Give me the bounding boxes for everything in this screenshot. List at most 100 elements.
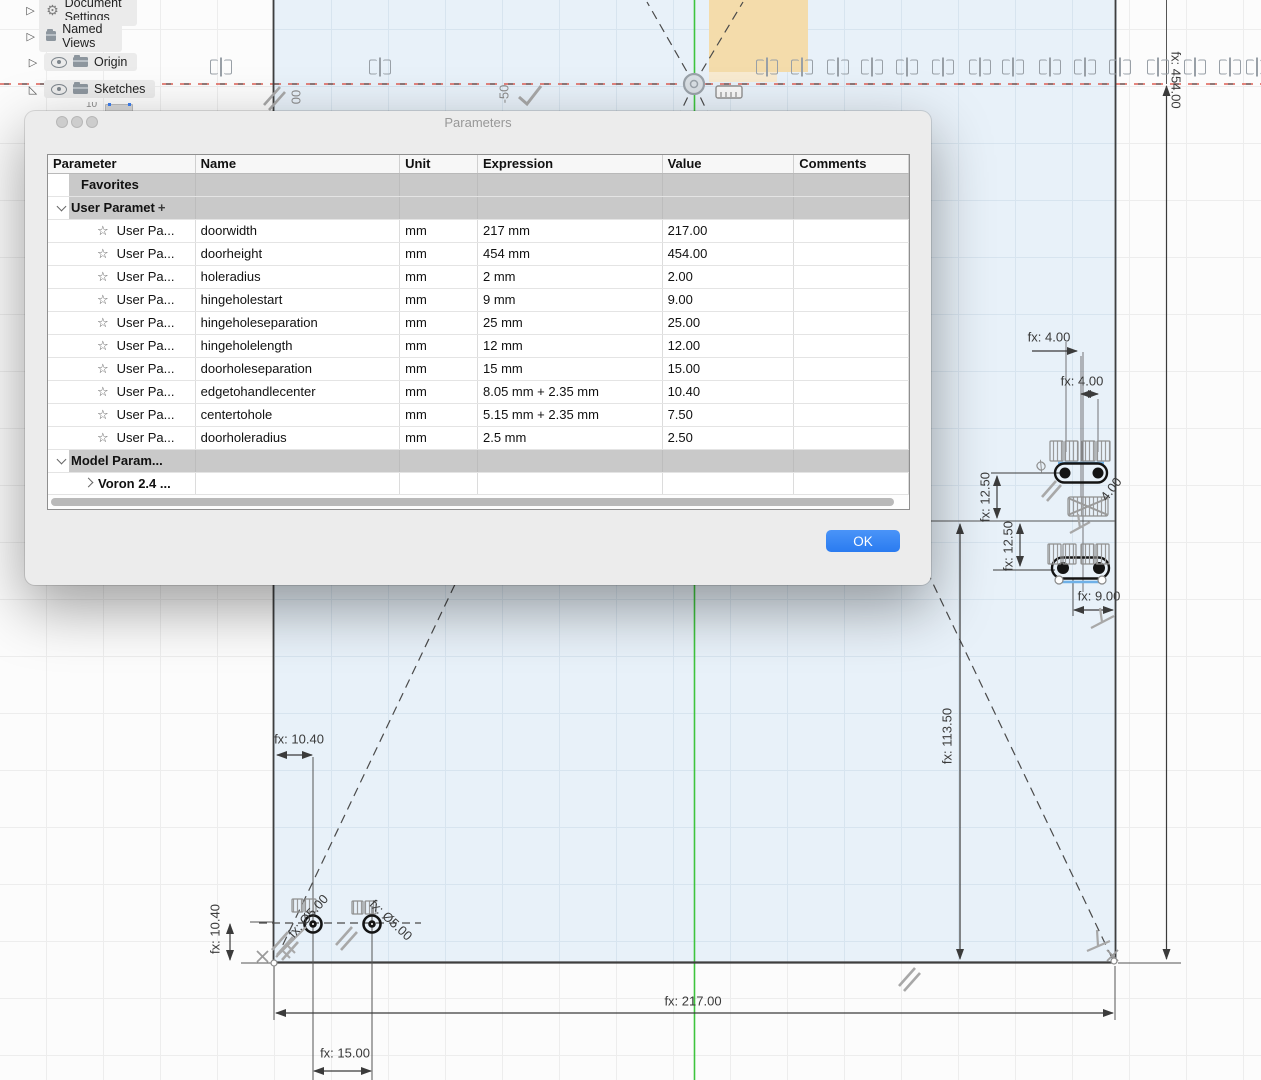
comments-cell[interactable] — [794, 220, 909, 242]
cell[interactable]: ☆ User Pa... — [48, 220, 196, 242]
name-cell[interactable]: centertohole — [196, 404, 401, 426]
unit-cell[interactable]: mm — [400, 289, 478, 311]
value-cell[interactable]: 15.00 — [663, 358, 795, 380]
mirror-constraint-icon[interactable] — [1002, 57, 1024, 77]
cell[interactable] — [794, 174, 909, 196]
expand-arrow-icon[interactable]: ▷ — [26, 30, 35, 43]
cell[interactable]: ☆ User Pa... — [48, 381, 196, 403]
cell[interactable] — [400, 473, 478, 495]
parameter-row[interactable]: ☆ User Pa... doorholeseparation mm 15 mm 15.0… — [48, 358, 909, 381]
dimension-label[interactable]: fx: 10.40 — [274, 732, 324, 747]
name-cell[interactable]: doorheight — [196, 243, 401, 265]
mirror-constraint-icon[interactable] — [896, 57, 918, 77]
favorite-star-icon[interactable]: ☆ — [97, 292, 109, 307]
mirror-constraint-icon[interactable] — [756, 57, 778, 77]
favorite-star-icon[interactable]: ☆ — [97, 361, 109, 376]
dimension-label[interactable]: fx: 9.00 — [1078, 589, 1121, 604]
dimension-label[interactable]: 00 — [289, 90, 304, 104]
favorite-star-icon[interactable]: ☆ — [97, 384, 109, 399]
mirror-constraint-icon[interactable] — [1039, 57, 1061, 77]
value-cell[interactable]: 454.00 — [663, 243, 795, 265]
mirror-constraint-icon[interactable] — [1074, 57, 1096, 77]
mirror-constraint-icon[interactable] — [210, 57, 232, 77]
add-parameter-button[interactable]: + — [158, 200, 166, 215]
cell[interactable]: ☆ User Pa... — [48, 312, 196, 334]
cell[interactable] — [196, 473, 401, 495]
unit-cell[interactable]: mm — [400, 243, 478, 265]
favorite-star-icon[interactable]: ☆ — [97, 338, 109, 353]
value-cell[interactable]: 9.00 — [663, 289, 795, 311]
parameter-row[interactable]: ☆ User Pa... doorheight mm 454 mm 454.00 — [48, 243, 909, 266]
parameter-row[interactable]: ☆ User Pa... hingeholelength mm 12 mm 12.00 — [48, 335, 909, 358]
cell[interactable]: ☆ User Pa... — [48, 243, 196, 265]
tree-item-pill[interactable]: Named Views — [39, 20, 123, 52]
dimension-label[interactable]: fx: 4.00 — [1028, 330, 1071, 345]
mirror-constraint-icon[interactable] — [969, 57, 991, 77]
favorites-row[interactable]: Favorites — [48, 174, 909, 197]
scrollbar-thumb[interactable] — [51, 498, 894, 506]
favorite-star-icon[interactable]: ☆ — [97, 407, 109, 422]
dimension-label[interactable]: fx: 217.00 — [664, 994, 721, 1009]
edit-marker-icon[interactable]: ◺ — [26, 83, 40, 96]
mirror-constraint-icon[interactable] — [932, 57, 954, 77]
mirror-constraint-icon[interactable] — [1219, 57, 1241, 77]
expand-arrow-icon[interactable]: ▷ — [26, 4, 35, 17]
comments-cell[interactable] — [794, 404, 909, 426]
column-header-comments[interactable]: Comments — [794, 155, 909, 173]
cell[interactable] — [400, 174, 478, 196]
favorite-star-icon[interactable]: ☆ — [97, 246, 109, 261]
value-cell[interactable]: 7.50 — [663, 404, 795, 426]
comments-cell[interactable] — [794, 427, 909, 449]
dimension-label[interactable]: fx: 12.50 — [1001, 521, 1016, 571]
cell[interactable]: ☆ User Pa... — [48, 266, 196, 288]
mirror-constraint-icon[interactable] — [1109, 57, 1131, 77]
expression-cell[interactable]: 15 mm — [478, 358, 663, 380]
favorite-star-icon[interactable]: ☆ — [97, 315, 109, 330]
parameter-row[interactable]: ☆ User Pa... hingeholestart mm 9 mm 9.00 — [48, 289, 909, 312]
tree-item-pill[interactable]: Origin — [44, 53, 138, 71]
chevron-right-icon[interactable] — [83, 477, 94, 488]
expand-arrow-icon[interactable]: ▷ — [26, 56, 40, 69]
corner-point[interactable] — [270, 959, 278, 967]
name-cell[interactable]: doorholeradius — [196, 427, 401, 449]
sidebar-item-sketches[interactable]: ◺ Sketches — [26, 79, 156, 99]
comments-cell[interactable] — [794, 381, 909, 403]
expression-cell[interactable]: 2.5 mm — [478, 427, 663, 449]
cell[interactable]: Voron 2.4 ... — [48, 473, 196, 495]
chevron-down-icon[interactable] — [56, 201, 67, 212]
mirror-constraint-icon[interactable] — [791, 57, 813, 77]
sidebar-item-document-settings[interactable]: ▷ ⚙ Document Settings — [26, 0, 137, 26]
comments-cell[interactable] — [794, 312, 909, 334]
unit-cell[interactable]: mm — [400, 427, 478, 449]
cell[interactable] — [794, 473, 909, 495]
cell[interactable]: User Paramet + — [48, 197, 196, 219]
cell[interactable] — [662, 197, 795, 219]
cell[interactable] — [794, 197, 909, 219]
expression-cell[interactable]: 5.15 mm + 2.35 mm — [478, 404, 663, 426]
unit-cell[interactable]: mm — [400, 266, 478, 288]
dimension-label[interactable]: fx: 15.00 — [320, 1046, 370, 1061]
mirror-constraint-icon[interactable] — [1184, 57, 1206, 77]
expression-cell[interactable]: 9 mm — [478, 289, 663, 311]
cell[interactable]: Model Param... — [48, 450, 196, 472]
comments-cell[interactable] — [794, 243, 909, 265]
dialog-titlebar[interactable]: Parameters — [25, 111, 931, 133]
cell[interactable] — [662, 450, 795, 472]
unit-cell[interactable]: mm — [400, 220, 478, 242]
mirror-constraint-icon[interactable] — [861, 57, 883, 77]
expression-cell[interactable]: 2 mm — [478, 266, 663, 288]
mirror-constraint-icon[interactable] — [369, 57, 391, 77]
name-cell[interactable]: doorwidth — [196, 220, 401, 242]
cell[interactable] — [663, 473, 795, 495]
cell[interactable] — [478, 174, 663, 196]
parameter-row[interactable]: ☆ User Pa... holeradius mm 2 mm 2.00 — [48, 266, 909, 289]
dimension-label[interactable]: fx: 113.50 — [940, 708, 955, 764]
ok-button[interactable]: OK — [826, 530, 900, 552]
cell[interactable]: ☆ User Pa... — [48, 427, 196, 449]
model-parameters-row[interactable]: Model Param... — [48, 450, 909, 473]
value-cell[interactable]: 217.00 — [663, 220, 795, 242]
sidebar-item-origin[interactable]: ▷ Origin — [26, 52, 138, 72]
name-cell[interactable]: holeradius — [196, 266, 401, 288]
cell[interactable]: ☆ User Pa... — [48, 404, 196, 426]
value-cell[interactable]: 2.00 — [663, 266, 795, 288]
